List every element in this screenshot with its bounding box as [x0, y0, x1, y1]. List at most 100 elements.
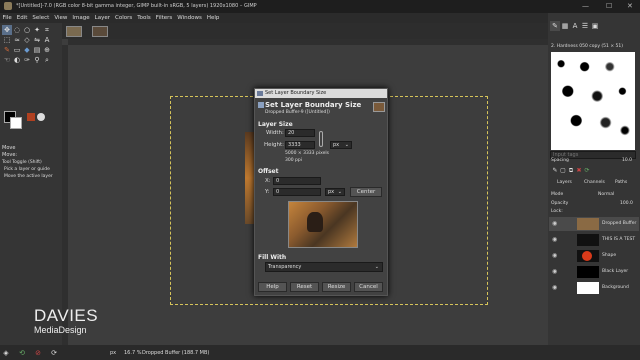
offset-label: Offset [258, 168, 279, 175]
crop-tool-icon[interactable]: ⌗ [42, 25, 52, 35]
reset-preset-icon[interactable]: ⟳ [50, 348, 58, 358]
tab-paths[interactable]: Paths [615, 180, 627, 185]
move-active-layer-option[interactable]: Move the active layer [4, 174, 53, 179]
zoom-level[interactable]: 16.7 % [124, 350, 141, 356]
x-label: X: [265, 178, 271, 184]
status-info: Dropped Buffer (188.7 MB) [142, 350, 210, 356]
pattern-swatch-icon[interactable] [27, 113, 35, 121]
delete-brush-icon[interactable]: ✖ [575, 166, 583, 176]
brushes-tab-icon[interactable]: ✎ [550, 21, 560, 31]
zoom-tool-icon[interactable]: ⌕ [42, 55, 52, 65]
save-preset-icon[interactable]: ◈ [2, 348, 10, 358]
layer-row[interactable]: ◉ THIS IS A TEST [549, 233, 639, 247]
unit-select[interactable]: px ⌄ [330, 141, 352, 149]
path-tool-icon[interactable]: ✑ [22, 55, 32, 65]
cancel-button[interactable]: Cancel [354, 282, 383, 292]
fuzzy-select-icon[interactable]: ✦ [32, 25, 42, 35]
lock-label: Lock: [551, 209, 563, 214]
layer-row[interactable]: ◉ Black Layer [549, 265, 639, 279]
eye-icon[interactable]: ◉ [552, 236, 557, 243]
reset-button[interactable]: Reset [290, 282, 319, 292]
y-offset-input[interactable]: 0 [273, 188, 321, 196]
new-brush-icon[interactable]: ▢ [559, 166, 567, 176]
offset-unit-select[interactable]: px ⌄ [325, 188, 345, 196]
delete-preset-icon[interactable]: ⊘ [34, 348, 42, 358]
fonts-tab-icon[interactable]: A [570, 21, 580, 31]
eye-icon[interactable]: ◉ [552, 252, 557, 259]
refresh-brushes-icon[interactable]: ⟳ [583, 166, 591, 176]
menu-help[interactable]: Help [204, 13, 222, 22]
opacity-value[interactable]: 100.0 [620, 201, 633, 206]
layer-row[interactable]: ◉ Shape [549, 249, 639, 263]
menu-colors[interactable]: Colors [112, 13, 134, 22]
maximize-button[interactable]: ☐ [606, 2, 612, 10]
center-button[interactable]: Center [350, 187, 382, 197]
menu-view[interactable]: View [52, 13, 70, 22]
duplicate-brush-icon[interactable]: ⧉ [567, 166, 575, 176]
eye-icon[interactable]: ◉ [552, 284, 557, 291]
layer-row[interactable]: ◉ Dropped Buffer [549, 217, 639, 231]
ellipse-select-icon[interactable]: ○ [22, 25, 32, 35]
eye-icon[interactable]: ◉ [552, 268, 557, 275]
flip-tool-icon[interactable]: ⇋ [32, 35, 42, 45]
menu-image[interactable]: Image [70, 13, 92, 22]
minimize-button[interactable]: — [582, 2, 589, 10]
menu-filters[interactable]: Filters [153, 13, 175, 22]
edit-brush-icon[interactable]: ✎ [551, 166, 559, 176]
x-offset-input[interactable]: 0 [273, 177, 321, 185]
dodge-burn-icon[interactable]: ◐ [12, 55, 22, 65]
text-tool-icon[interactable]: A [42, 35, 52, 45]
unit-value: px [333, 142, 340, 148]
tab-channels[interactable]: Channels [584, 180, 605, 185]
eye-icon[interactable]: ◉ [552, 220, 557, 227]
clone-tool-icon[interactable]: ⊕ [42, 45, 52, 55]
spacing-value[interactable]: 10.0 [622, 158, 632, 163]
bucket-fill-icon[interactable]: ◆ [22, 45, 32, 55]
watermark-subtitle: MediaDesign [34, 325, 87, 335]
tool-options-line: Move: [2, 152, 18, 158]
height-input[interactable]: 3333 [285, 141, 315, 149]
width-input[interactable]: 20 [285, 129, 315, 137]
menu-file[interactable]: File [0, 13, 14, 22]
close-button[interactable]: ✕ [627, 2, 633, 10]
tool-grid: ✥ ◌ ○ ✦ ⌗ ⬚ ≈ ◇ ⇋ A ✎ ▭ ◆ ▤ ⊕ ☜ ◐ ✑ ⚲ ⌕ [2, 25, 62, 65]
height-label: Height: [264, 142, 285, 148]
image-tab-thumbnail[interactable] [66, 26, 82, 37]
status-unit[interactable]: px [110, 350, 116, 356]
menu-layer[interactable]: Layer [92, 13, 112, 22]
images-tab-icon[interactable]: ▣ [590, 21, 600, 31]
chevron-down-icon: ⌄ [344, 142, 349, 148]
smudge-tool-icon[interactable]: ☜ [2, 55, 12, 65]
image-tabs-bar [62, 23, 548, 39]
restore-preset-icon[interactable]: ⟲ [18, 348, 26, 358]
menu-edit[interactable]: Edit [14, 13, 30, 22]
menu-tools[interactable]: Tools [135, 13, 154, 22]
resize-button[interactable]: Resize [322, 282, 351, 292]
tool-name: Move [2, 145, 16, 151]
mode-select[interactable]: Normal [598, 192, 614, 197]
menu-windows[interactable]: Windows [175, 13, 205, 22]
document-history-icon[interactable]: ☰ [580, 21, 590, 31]
eraser-tool-icon[interactable]: ▭ [12, 45, 22, 55]
menu-select[interactable]: Select [30, 13, 52, 22]
lasso-tool-icon[interactable]: ◌ [12, 25, 22, 35]
brush-grid[interactable] [551, 52, 635, 150]
cage-transform-icon[interactable]: ◇ [22, 35, 32, 45]
color-picker-icon[interactable]: ⚲ [32, 55, 42, 65]
chain-link-icon[interactable] [319, 131, 323, 147]
layer-row[interactable]: ◉ Background [549, 281, 639, 295]
offset-preview-image[interactable] [288, 201, 358, 248]
paintbrush-tool-icon[interactable]: ✎ [2, 45, 12, 55]
brush-swatch-icon[interactable] [37, 113, 45, 121]
warp-transform-icon[interactable]: ≈ [12, 35, 22, 45]
gradient-tool-icon[interactable]: ▤ [32, 45, 42, 55]
tab-layers[interactable]: Layers [557, 180, 572, 185]
pick-layer-option[interactable]: Pick a layer or guide [4, 167, 50, 172]
dialog-subheading: Dropped Buffer-9 ([Untitled]) [265, 110, 330, 115]
unified-transform-icon[interactable]: ⬚ [2, 35, 12, 45]
help-button[interactable]: Help [258, 282, 287, 292]
patterns-tab-icon[interactable]: ▦ [560, 21, 570, 31]
move-tool-icon[interactable]: ✥ [2, 25, 12, 35]
fill-with-select[interactable]: Transparency ⌄ [265, 262, 383, 272]
image-tab-thumbnail-2[interactable] [92, 26, 108, 37]
